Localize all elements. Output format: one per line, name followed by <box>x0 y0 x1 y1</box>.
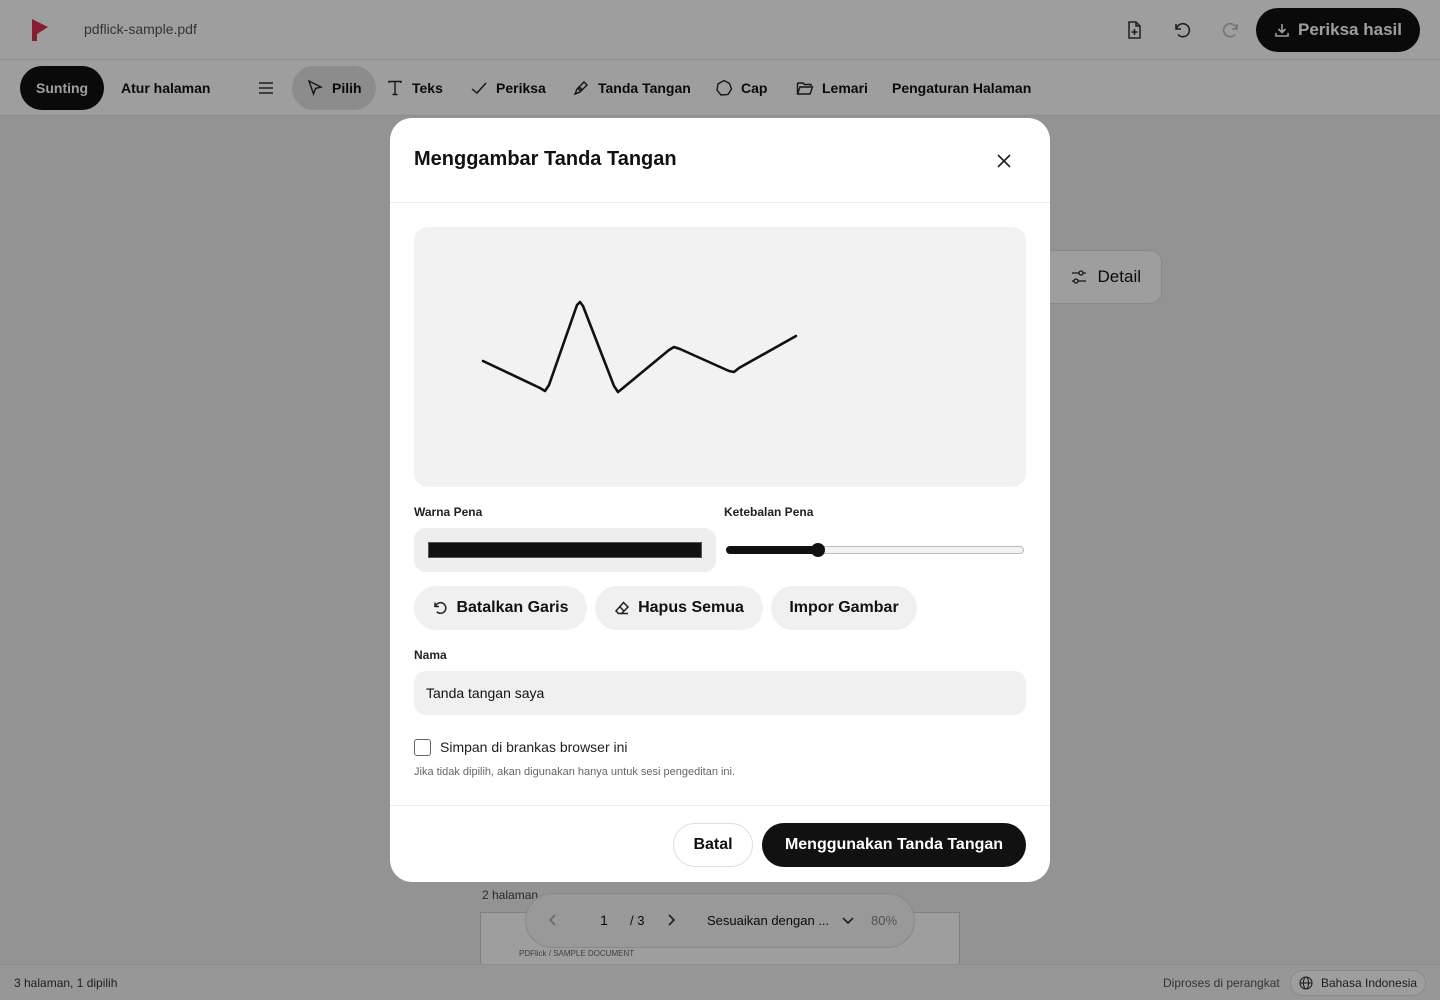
signature-dialog: Menggambar Tanda Tangan Warna Pena Keteb… <box>390 118 1050 882</box>
signature-drawing-pad[interactable] <box>414 227 1026 487</box>
signature-stroke <box>481 300 798 394</box>
pen-color-label: Warna Pena <box>414 505 483 519</box>
clear-all-label: Hapus Semua <box>638 599 744 616</box>
slider-thumb[interactable] <box>811 543 826 557</box>
slider-fill <box>726 546 819 554</box>
name-label: Nama <box>414 648 447 662</box>
clear-all-button[interactable]: Hapus Semua <box>595 586 763 630</box>
undo-stroke-button[interactable]: Batalkan Garis <box>414 586 587 630</box>
use-signature-label: Menggunakan Tanda Tangan <box>784 836 1004 853</box>
save-to-vault-label[interactable]: Simpan di brankas browser ini <box>440 739 628 755</box>
pen-color-picker[interactable] <box>414 528 716 572</box>
dialog-footer: Batal Menggunakan Tanda Tangan <box>390 805 1050 882</box>
use-signature-button[interactable]: Menggunakan Tanda Tangan <box>762 823 1026 867</box>
close-icon <box>997 154 1011 168</box>
pen-color-swatch <box>428 542 702 558</box>
save-hint-text: Jika tidak dipilih, akan digunakan hanya… <box>414 766 736 778</box>
undo-stroke-label: Batalkan Garis <box>456 599 569 616</box>
pen-thickness-label: Ketebalan Pena <box>724 505 814 519</box>
cancel-label: Batal <box>693 836 733 853</box>
signature-name-input[interactable] <box>414 671 1026 715</box>
cancel-button[interactable]: Batal <box>673 823 753 867</box>
import-image-button[interactable]: Impor Gambar <box>771 586 917 630</box>
undo-icon <box>434 601 447 615</box>
dialog-title: Menggambar Tanda Tangan <box>414 148 677 170</box>
dialog-header: Menggambar Tanda Tangan <box>390 118 1050 203</box>
close-button[interactable] <box>990 147 1018 175</box>
pen-thickness-slider[interactable] <box>724 538 1026 562</box>
save-to-vault-checkbox[interactable] <box>414 739 431 756</box>
import-image-label: Impor Gambar <box>789 599 899 616</box>
eraser-icon <box>615 601 630 615</box>
